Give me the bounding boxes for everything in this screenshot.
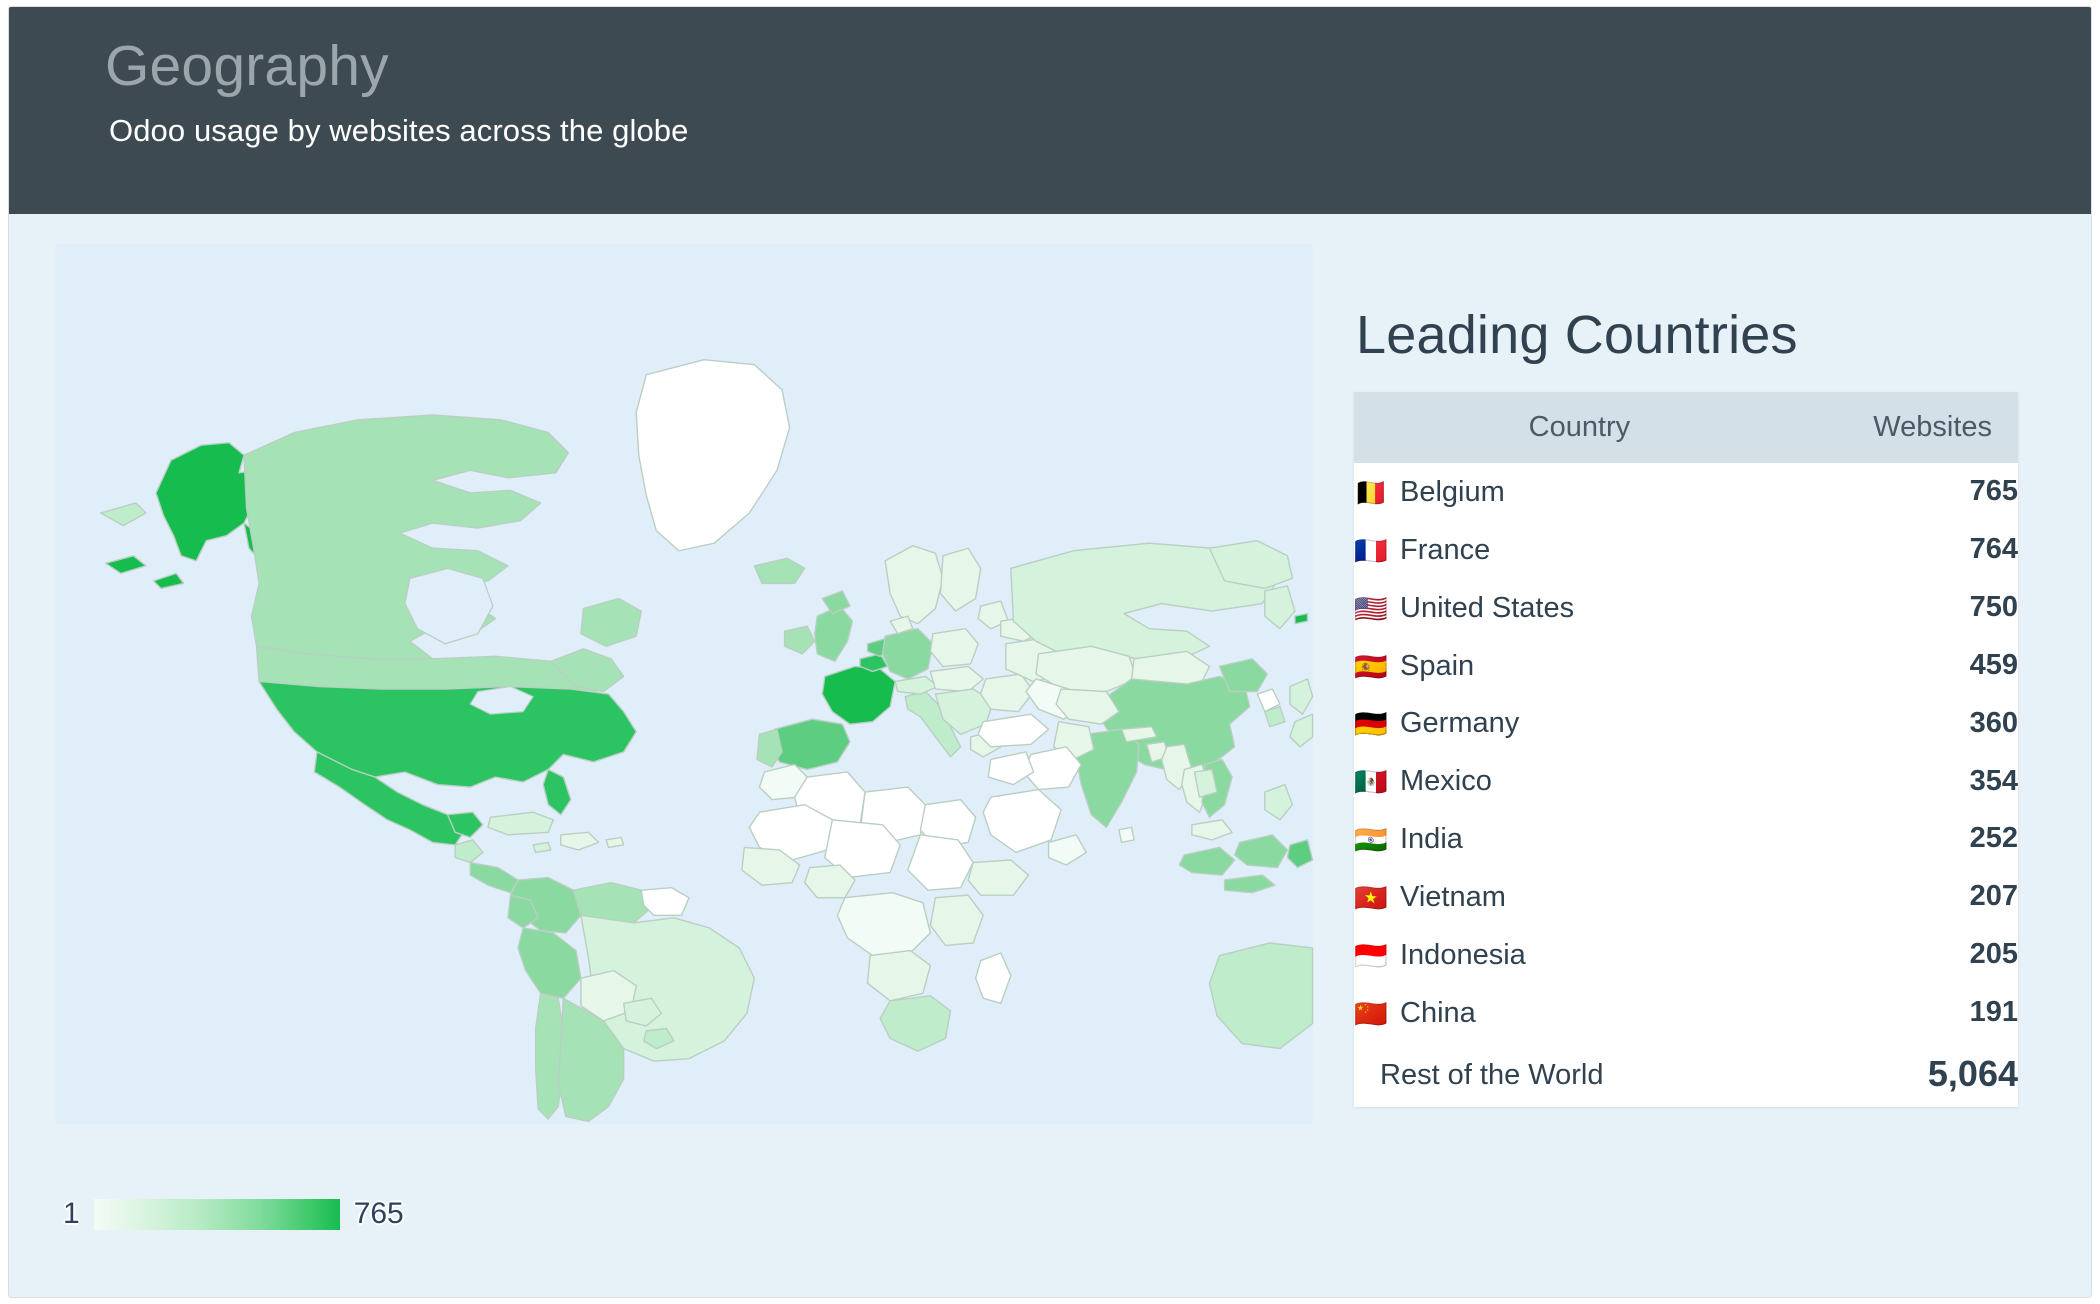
page-subtitle: Odoo usage by websites across the globe: [109, 112, 689, 148]
country-name: Belgium: [1400, 475, 1505, 508]
table-head: Country Websites: [1354, 392, 2018, 463]
leading-countries-panel: Leading Countries Country Websites 🇧🇪 Bel…: [1354, 214, 2044, 1297]
cell-country: 🇮🇩 Indonesia: [1354, 925, 1765, 984]
table-row[interactable]: Rest of the World 5,064: [1354, 1041, 2018, 1108]
table-row[interactable]: 🇧🇪 Belgium 765: [1354, 463, 2018, 521]
cell-websites: 191: [1764, 983, 2018, 1042]
table-row[interactable]: 🇮🇳 India 252: [1354, 810, 2018, 868]
table-body: 🇧🇪 Belgium 765 🇫🇷 France 764 🇺🇸 United States 75…: [1354, 463, 2018, 1108]
leading-countries-title: Leading Countries: [1356, 305, 1798, 365]
country-flag-icon: 🇺🇸: [1354, 593, 1388, 624]
legend-max-label: 765: [353, 1197, 404, 1230]
legend-min-label: 1: [63, 1197, 80, 1230]
geography-card: Geography Odoo usage by websites across …: [8, 6, 2092, 1298]
country-name: Germany: [1400, 707, 1520, 740]
page-title: Geography: [105, 34, 389, 98]
country-name: Mexico: [1400, 765, 1492, 798]
table-row[interactable]: 🇫🇷 France 764: [1354, 520, 2018, 579]
cell-websites: 354: [1764, 752, 2018, 811]
cell-country: 🇩🇪 Germany: [1354, 694, 1765, 753]
cell-country: 🇲🇽 Mexico: [1354, 752, 1765, 811]
country-flag-icon: 🇮🇩: [1354, 940, 1388, 971]
country-flag-icon: 🇮🇳: [1354, 825, 1388, 856]
cell-websites: 252: [1764, 810, 2018, 868]
country-flag-icon: 🇫🇷: [1354, 535, 1388, 566]
country-flag-icon: 🇨🇳: [1354, 998, 1388, 1029]
cell-country: 🇫🇷 France: [1354, 520, 1765, 579]
country-poland: [929, 627, 979, 668]
cell-country: 🇧🇪 Belgium: [1354, 463, 1765, 521]
table-row[interactable]: 🇻🇳 Vietnam 207: [1354, 867, 2018, 926]
content-area: .ln { stroke:#b9cfc2; stroke-width:1.1; …: [9, 214, 2091, 1297]
cell-country: 🇪🇸 Spain: [1354, 636, 1765, 695]
map-color-legend: 1 765: [63, 1197, 404, 1231]
country-sri-lanka: [1118, 826, 1135, 844]
country-jamaica: [532, 841, 552, 854]
cell-country: Rest of the World: [1354, 1041, 1765, 1108]
screenshot-root: Geography Odoo usage by websites across …: [0, 0, 2100, 1304]
country-flag-icon: 🇻🇳: [1354, 882, 1388, 913]
legend-gradient-bar: [93, 1198, 340, 1230]
cell-websites: 205: [1764, 925, 2018, 984]
country-puerto-rico: [605, 836, 625, 849]
cell-websites: 764: [1764, 520, 2018, 579]
cell-websites: 750: [1764, 578, 2018, 637]
country-name: Spain: [1400, 649, 1475, 682]
column-header-country: Country: [1354, 392, 1765, 463]
country-flag-icon: 🇧🇪: [1354, 478, 1388, 508]
country-chile: [534, 992, 565, 1120]
country-flag-icon: 🇪🇸: [1354, 651, 1388, 682]
table-row[interactable]: 🇩🇪 Germany 360: [1354, 694, 2018, 753]
country-name: France: [1400, 533, 1491, 566]
table-row[interactable]: 🇲🇽 Mexico 354: [1354, 752, 2018, 811]
cell-country: 🇨🇳 China: [1354, 983, 1765, 1042]
country-name: Rest of the World: [1380, 1058, 1604, 1091]
table-row[interactable]: 🇺🇸 United States 750: [1354, 578, 2018, 637]
cell-websites: 5,064: [1764, 1041, 2018, 1108]
page-header: Geography Odoo usage by websites across …: [9, 7, 2091, 214]
column-header-websites: Websites: [1764, 392, 2018, 463]
cell-websites: 765: [1764, 463, 2018, 521]
table-row[interactable]: 🇮🇩 Indonesia 205: [1354, 925, 2018, 984]
island-marker-small: [1294, 612, 1309, 625]
country-flag-icon: 🇲🇽: [1354, 767, 1388, 798]
table-header-row: Country Websites: [1354, 392, 2018, 463]
world-map-svg[interactable]: .ln { stroke:#b9cfc2; stroke-width:1.1; …: [49, 244, 1319, 1124]
cell-country: 🇻🇳 Vietnam: [1354, 867, 1765, 926]
cell-websites: 360: [1764, 694, 2018, 753]
country-name: Indonesia: [1400, 938, 1526, 971]
table-row[interactable]: 🇨🇳 China 191: [1354, 983, 2018, 1042]
leading-countries-card: Country Websites 🇧🇪 Belgium 765 🇫🇷 France 764…: [1354, 392, 2018, 1108]
country-name: India: [1400, 822, 1463, 855]
country-name: United States: [1400, 591, 1575, 624]
world-map[interactable]: .ln { stroke:#b9cfc2; stroke-width:1.1; …: [49, 244, 1319, 1124]
leading-countries-table: Country Websites 🇧🇪 Belgium 765 🇫🇷 France 764…: [1354, 392, 2018, 1108]
country-name: Vietnam: [1400, 880, 1506, 913]
cell-country: 🇮🇳 India: [1354, 810, 1765, 868]
cell-websites: 459: [1764, 636, 2018, 695]
cell-websites: 207: [1764, 867, 2018, 926]
country-flag-icon: 🇩🇪: [1354, 709, 1388, 740]
table-row[interactable]: 🇪🇸 Spain 459: [1354, 636, 2018, 695]
cell-country: 🇺🇸 United States: [1354, 578, 1765, 637]
country-name: China: [1400, 996, 1476, 1029]
